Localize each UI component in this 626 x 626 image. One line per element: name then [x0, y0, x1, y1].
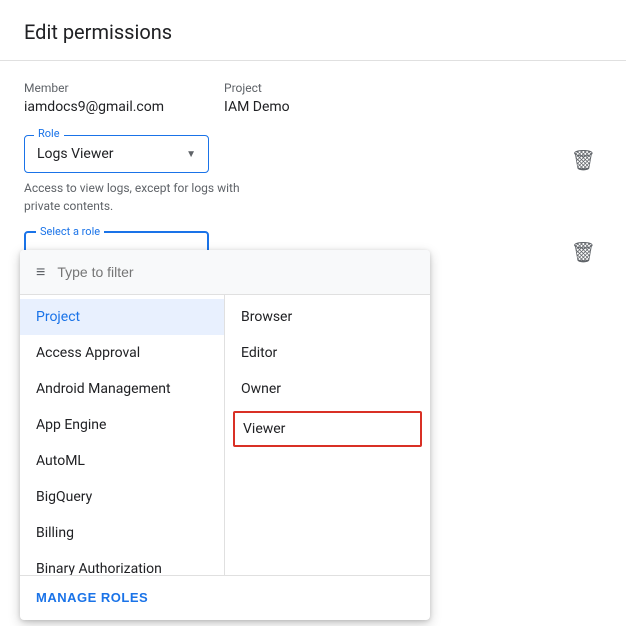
member-value: iamdocs9@gmail.com: [24, 99, 164, 115]
category-item-access-approval[interactable]: Access Approval: [20, 335, 224, 371]
category-item-android-management[interactable]: Android Management: [20, 371, 224, 407]
delete-role-button-2[interactable]: 🗑: [571, 240, 596, 264]
role-item-owner[interactable]: Owner: [225, 371, 430, 407]
category-item-binary-authorization[interactable]: Binary Authorization: [20, 551, 224, 575]
dropdown-columns: Project Access Approval Android Manageme…: [20, 295, 430, 575]
dropdown-arrow-icon: ▼: [186, 149, 196, 160]
category-item-project[interactable]: Project: [20, 299, 224, 335]
role-description: Access to view logs, except for logs wit…: [24, 179, 244, 215]
member-label: Member: [24, 81, 164, 95]
category-list: Project Access Approval Android Manageme…: [20, 295, 225, 575]
role-dropdown-panel: ≡ Project Access Approval Android Manage…: [20, 250, 430, 620]
role-label: Role: [34, 127, 64, 140]
category-item-automl[interactable]: AutoML: [20, 443, 224, 479]
category-item-bigquery[interactable]: BigQuery: [20, 479, 224, 515]
select-role-label: Select a role: [36, 225, 104, 238]
filter-icon: ≡: [36, 262, 45, 282]
page-header: Edit permissions: [0, 0, 626, 61]
role-dropdown[interactable]: Logs Viewer ▼: [24, 135, 209, 173]
project-value: IAM Demo: [224, 99, 290, 115]
project-label: Project: [224, 81, 290, 95]
role-section: Role Logs Viewer ▼ Access to view logs, …: [24, 135, 602, 215]
manage-roles-button[interactable]: MANAGE ROLES: [36, 590, 148, 605]
role-list: Browser Editor Owner Viewer: [225, 295, 430, 575]
role-item-editor[interactable]: Editor: [225, 335, 430, 371]
project-field: Project IAM Demo: [224, 81, 290, 115]
role-item-browser[interactable]: Browser: [225, 299, 430, 335]
edit-permissions-page: Edit permissions Member iamdocs9@gmail.c…: [0, 0, 626, 626]
category-item-app-engine[interactable]: App Engine: [20, 407, 224, 443]
page-title: Edit permissions: [24, 20, 602, 44]
member-project-row: Member iamdocs9@gmail.com Project IAM De…: [24, 81, 602, 115]
role-dropdown-value: Logs Viewer: [37, 146, 114, 162]
role-item-viewer[interactable]: Viewer: [233, 411, 422, 447]
member-field: Member iamdocs9@gmail.com: [24, 81, 164, 115]
category-item-billing[interactable]: Billing: [20, 515, 224, 551]
delete-role-button-1[interactable]: 🗑: [571, 148, 596, 172]
manage-roles-footer: MANAGE ROLES: [20, 575, 430, 620]
role-dropdown-container: Role Logs Viewer ▼: [24, 135, 209, 173]
filter-row: ≡: [20, 250, 430, 295]
filter-input[interactable]: [57, 264, 414, 280]
